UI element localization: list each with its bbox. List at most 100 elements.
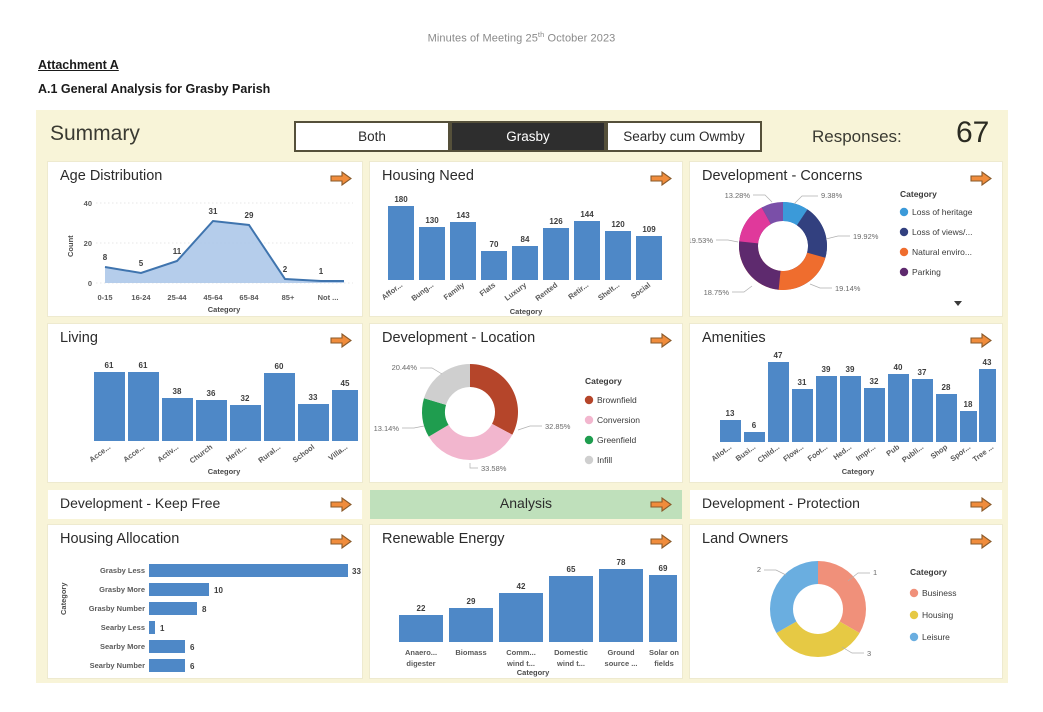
svg-text:18.75%: 18.75%: [704, 288, 730, 297]
svg-text:Allot...: Allot...: [709, 442, 733, 463]
svg-text:Category: Category: [900, 189, 937, 199]
svg-text:Housing: Housing: [922, 610, 953, 620]
slicer-searby-cum-owmby[interactable]: Searby cum Owmby: [606, 121, 762, 152]
band-development-protection[interactable]: Development - Protection: [690, 490, 1002, 519]
card-development-location: Development - Location 32.85% 20.44% 13.…: [370, 324, 682, 482]
svg-text:11: 11: [173, 247, 182, 256]
attachment-heading: Attachment A: [38, 58, 119, 72]
running-head-date: October 2023: [544, 32, 616, 45]
svg-text:6: 6: [752, 421, 757, 430]
page-root: Minutes of Meeting 25th October 2023 Att…: [0, 0, 1043, 712]
svg-text:1: 1: [873, 568, 877, 577]
svg-text:39: 39: [822, 365, 831, 374]
drill-arrow-icon[interactable]: [650, 497, 672, 512]
svg-text:digester: digester: [406, 659, 435, 668]
svg-text:61: 61: [105, 361, 114, 370]
svg-text:Grasby Less: Grasby Less: [100, 566, 145, 575]
svg-text:33: 33: [309, 393, 318, 402]
svg-text:69: 69: [659, 564, 668, 573]
svg-text:Bung...: Bung...: [409, 280, 435, 302]
svg-text:Acce...: Acce...: [121, 442, 146, 464]
svg-text:84: 84: [521, 235, 530, 244]
svg-text:Impr...: Impr...: [854, 442, 877, 462]
running-head: Minutes of Meeting 25th October 2023: [0, 30, 1043, 45]
svg-text:0-15: 0-15: [97, 293, 112, 302]
svg-text:Solar on: Solar on: [649, 648, 679, 657]
slicer-grasby[interactable]: Grasby: [450, 121, 606, 152]
svg-text:109: 109: [642, 225, 656, 234]
svg-text:source ...: source ...: [605, 659, 638, 668]
band-development-keep-free[interactable]: Development - Keep Free: [48, 490, 362, 519]
svg-text:29: 29: [245, 211, 254, 220]
card-amenities: Amenities 13 6 47 31 39 39 32 40 37 28 1…: [690, 324, 1002, 482]
svg-text:8: 8: [103, 253, 108, 262]
summary-title: Summary: [50, 122, 140, 145]
svg-text:10: 10: [214, 586, 223, 595]
svg-text:5: 5: [139, 259, 144, 268]
svg-text:Category: Category: [585, 376, 622, 386]
svg-text:8: 8: [202, 605, 207, 614]
svg-text:144: 144: [580, 210, 594, 219]
svg-text:13: 13: [726, 409, 735, 418]
svg-text:2: 2: [283, 265, 288, 274]
summary-bar: Summary Both Grasby Searby cum Owmby Res…: [36, 110, 1008, 162]
svg-text:Searby Less: Searby Less: [101, 623, 145, 632]
svg-text:Foot...: Foot...: [806, 442, 829, 463]
card-housing-need: Housing Need 180 130 143 70 84 126 144 1…: [370, 162, 682, 316]
svg-text:Shelt...: Shelt...: [596, 280, 621, 302]
svg-text:Category: Category: [517, 668, 550, 677]
svg-text:wind t...: wind t...: [556, 659, 585, 668]
svg-text:Brownfield: Brownfield: [597, 395, 637, 405]
svg-text:Searby More: Searby More: [100, 642, 145, 651]
svg-text:1: 1: [160, 624, 165, 633]
svg-text:Villa...: Villa...: [327, 442, 350, 462]
svg-text:Count: Count: [66, 235, 75, 257]
svg-text:19.14%: 19.14%: [835, 284, 861, 293]
svg-text:Parking: Parking: [912, 267, 941, 277]
svg-text:2: 2: [757, 565, 761, 574]
svg-text:33.58%: 33.58%: [481, 464, 507, 473]
band-title-development-keep-free: Development - Keep Free: [60, 495, 221, 511]
svg-text:Publi...: Publi...: [900, 442, 925, 464]
svg-text:1: 1: [319, 267, 324, 276]
svg-text:Affor...: Affor...: [380, 280, 404, 301]
svg-text:wind t...: wind t...: [506, 659, 535, 668]
svg-text:31: 31: [798, 378, 807, 387]
svg-text:16-24: 16-24: [131, 293, 151, 302]
svg-text:Rural...: Rural...: [256, 442, 282, 464]
svg-text:180: 180: [394, 195, 408, 204]
svg-text:Hed...: Hed...: [831, 442, 853, 461]
svg-text:Pub: Pub: [884, 442, 901, 458]
chart-living: 61 61 38 36 32 60 33 45 Acce... Acce... …: [87, 361, 358, 476]
svg-text:120: 120: [611, 220, 625, 229]
card-living: Living 61 61 38 36 32 60 33 45 Acce... A…: [48, 324, 362, 482]
svg-text:Category: Category: [510, 307, 543, 316]
svg-text:38: 38: [173, 387, 182, 396]
svg-text:42: 42: [517, 582, 526, 591]
svg-text:36: 36: [207, 389, 216, 398]
svg-text:Domestic: Domestic: [554, 648, 588, 657]
svg-text:Rented: Rented: [533, 280, 559, 303]
svg-text:Category: Category: [208, 467, 241, 476]
chart-development-location: 32.85% 20.44% 13.14% 33.58% Category Bro…: [374, 363, 641, 473]
svg-text:Spor...: Spor...: [948, 442, 972, 463]
svg-text:13.28%: 13.28%: [725, 191, 751, 200]
svg-text:20: 20: [84, 239, 92, 248]
svg-text:Category: Category: [842, 467, 875, 476]
svg-text:29: 29: [467, 597, 476, 606]
svg-text:33: 33: [352, 567, 361, 576]
drill-arrow-icon[interactable]: [970, 497, 992, 512]
svg-text:Ground: Ground: [607, 648, 634, 657]
svg-text:Searby Number: Searby Number: [90, 661, 146, 670]
band-analysis[interactable]: Analysis: [370, 490, 682, 519]
svg-text:Business: Business: [922, 588, 957, 598]
slicer-both[interactable]: Both: [294, 121, 450, 152]
drill-arrow-icon[interactable]: [330, 497, 352, 512]
svg-text:6: 6: [190, 643, 195, 652]
svg-text:65-84: 65-84: [239, 293, 259, 302]
svg-text:3: 3: [867, 649, 871, 658]
svg-text:Grasby Number: Grasby Number: [89, 604, 145, 613]
svg-text:Tree ...: Tree ...: [971, 442, 995, 463]
svg-text:Child...: Child...: [756, 442, 781, 464]
svg-text:Luxury: Luxury: [503, 280, 529, 303]
